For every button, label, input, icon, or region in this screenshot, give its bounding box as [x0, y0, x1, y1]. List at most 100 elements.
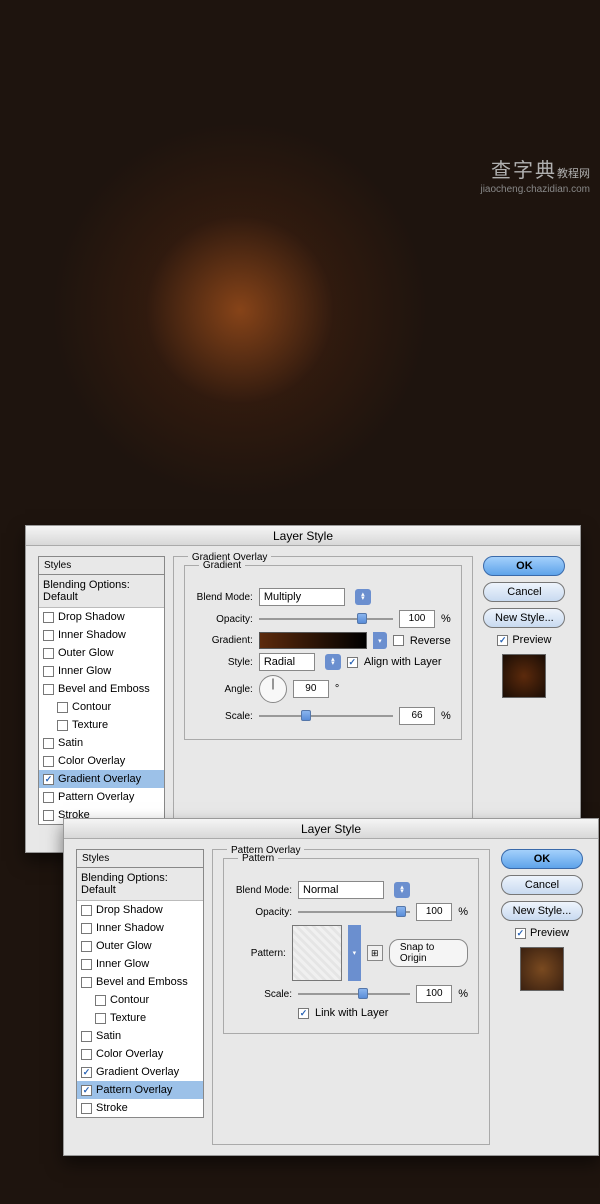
- angle-input[interactable]: 90: [293, 680, 329, 698]
- inner-shadow-row[interactable]: Inner Shadow: [77, 919, 203, 937]
- inner-shadow-row[interactable]: Inner Shadow: [39, 626, 164, 644]
- drop-shadow-row[interactable]: Drop Shadow: [39, 608, 164, 626]
- color-overlay-row[interactable]: Color Overlay: [77, 1045, 203, 1063]
- new-style-button[interactable]: New Style...: [501, 901, 583, 921]
- styles-header: Styles: [76, 849, 204, 868]
- texture-row[interactable]: Texture: [77, 1009, 203, 1027]
- scale-slider[interactable]: [259, 710, 393, 722]
- contour-row[interactable]: Contour: [77, 991, 203, 1009]
- gradient-swatch[interactable]: [259, 632, 367, 649]
- gradient-overlay-panel: Gradient Overlay Gradient Blend Mode: Mu…: [173, 556, 473, 842]
- checkbox-icon[interactable]: [81, 959, 92, 970]
- bevel-emboss-row[interactable]: Bevel and Emboss: [39, 680, 164, 698]
- inner-glow-row[interactable]: Inner Glow: [77, 955, 203, 973]
- reverse-checkbox[interactable]: [393, 635, 404, 646]
- dropdown-arrow-icon[interactable]: ▾: [348, 925, 361, 981]
- slider-thumb-icon[interactable]: [301, 710, 311, 721]
- checkbox-icon[interactable]: [81, 1103, 92, 1114]
- preview-checkbox-row[interactable]: Preview: [515, 927, 569, 939]
- slider-thumb-icon[interactable]: [357, 613, 367, 624]
- blend-mode-select[interactable]: Normal: [298, 881, 384, 899]
- styles-panel: Styles Blending Options: Default Drop Sh…: [76, 849, 204, 1145]
- checkbox-icon[interactable]: [81, 1067, 92, 1078]
- align-label: Align with Layer: [364, 656, 442, 668]
- checkbox-icon[interactable]: [43, 666, 54, 677]
- checkbox-icon[interactable]: [81, 941, 92, 952]
- scale-input[interactable]: 100: [416, 985, 452, 1003]
- opacity-input[interactable]: 100: [416, 903, 452, 921]
- scale-label: Scale:: [234, 989, 292, 1000]
- checkbox-icon[interactable]: [43, 630, 54, 641]
- checkbox-icon[interactable]: [43, 684, 54, 695]
- contour-row[interactable]: Contour: [39, 698, 164, 716]
- preview-thumbnail: [520, 947, 564, 991]
- outer-glow-row[interactable]: Outer Glow: [77, 937, 203, 955]
- checkbox-icon[interactable]: [43, 810, 54, 821]
- color-overlay-row[interactable]: Color Overlay: [39, 752, 164, 770]
- checkbox-icon[interactable]: [43, 756, 54, 767]
- checkbox-icon[interactable]: [81, 1085, 92, 1096]
- reverse-label: Reverse: [410, 635, 451, 647]
- style-select[interactable]: Radial: [259, 653, 315, 671]
- texture-row[interactable]: Texture: [39, 716, 164, 734]
- snap-origin-icon[interactable]: ⊞: [367, 945, 383, 961]
- blending-options-row[interactable]: Blending Options: Default: [39, 575, 164, 608]
- link-layer-checkbox[interactable]: [298, 1008, 309, 1019]
- checkbox-icon[interactable]: [43, 612, 54, 623]
- opacity-slider[interactable]: [298, 906, 410, 918]
- slider-thumb-icon[interactable]: [358, 988, 368, 999]
- checkbox-icon[interactable]: [81, 923, 92, 934]
- checkbox-icon[interactable]: [57, 720, 68, 731]
- opacity-slider[interactable]: [259, 613, 393, 625]
- percent-label: %: [441, 710, 451, 722]
- gradient-overlay-row[interactable]: Gradient Overlay: [39, 770, 164, 788]
- checkbox-icon[interactable]: [81, 1031, 92, 1042]
- drop-shadow-row[interactable]: Drop Shadow: [77, 901, 203, 919]
- pattern-overlay-row[interactable]: Pattern Overlay: [77, 1081, 203, 1099]
- pattern-swatch[interactable]: [292, 925, 342, 981]
- checkbox-icon[interactable]: [43, 648, 54, 659]
- styles-header: Styles: [38, 556, 165, 575]
- checkbox-icon[interactable]: [43, 792, 54, 803]
- checkbox-icon[interactable]: [81, 1049, 92, 1060]
- gradient-overlay-row[interactable]: Gradient Overlay: [77, 1063, 203, 1081]
- styles-list: Blending Options: Default Drop Shadow In…: [38, 575, 165, 825]
- cancel-button[interactable]: Cancel: [501, 875, 583, 895]
- new-style-button[interactable]: New Style...: [483, 608, 565, 628]
- angle-dial[interactable]: [259, 675, 287, 703]
- opacity-input[interactable]: 100: [399, 610, 435, 628]
- bevel-emboss-row[interactable]: Bevel and Emboss: [77, 973, 203, 991]
- checkbox-icon[interactable]: [81, 977, 92, 988]
- inner-glow-row[interactable]: Inner Glow: [39, 662, 164, 680]
- ok-button[interactable]: OK: [483, 556, 565, 576]
- align-checkbox[interactable]: [347, 657, 358, 668]
- checkbox-icon[interactable]: [95, 1013, 106, 1024]
- dropdown-arrow-icon[interactable]: ▾: [373, 632, 387, 649]
- slider-thumb-icon[interactable]: [396, 906, 406, 917]
- checkbox-icon[interactable]: [57, 702, 68, 713]
- checkbox-icon[interactable]: [95, 995, 106, 1006]
- checkbox-icon[interactable]: [497, 635, 508, 646]
- ok-button[interactable]: OK: [501, 849, 583, 869]
- snap-origin-button[interactable]: Snap to Origin: [389, 939, 468, 967]
- blend-mode-select[interactable]: Multiply: [259, 588, 345, 606]
- satin-row[interactable]: Satin: [77, 1027, 203, 1045]
- cancel-button[interactable]: Cancel: [483, 582, 565, 602]
- outer-glow-row[interactable]: Outer Glow: [39, 644, 164, 662]
- blend-mode-label: Blend Mode:: [195, 592, 253, 603]
- dropdown-arrow-icon[interactable]: ▴▾: [355, 589, 371, 605]
- dropdown-arrow-icon[interactable]: ▴▾: [394, 882, 410, 898]
- scale-slider[interactable]: [298, 988, 410, 1000]
- scale-input[interactable]: 66: [399, 707, 435, 725]
- pattern-overlay-row[interactable]: Pattern Overlay: [39, 788, 164, 806]
- checkbox-icon[interactable]: [43, 738, 54, 749]
- satin-row[interactable]: Satin: [39, 734, 164, 752]
- preview-checkbox-row[interactable]: Preview: [497, 634, 551, 646]
- checkbox-icon[interactable]: [43, 774, 54, 785]
- checkbox-icon[interactable]: [81, 905, 92, 916]
- dropdown-arrow-icon[interactable]: ▴▾: [325, 654, 341, 670]
- checkbox-icon[interactable]: [515, 928, 526, 939]
- stroke-row[interactable]: Stroke: [77, 1099, 203, 1117]
- blending-options-row[interactable]: Blending Options: Default: [77, 868, 203, 901]
- dialog-title: Layer Style: [64, 819, 598, 839]
